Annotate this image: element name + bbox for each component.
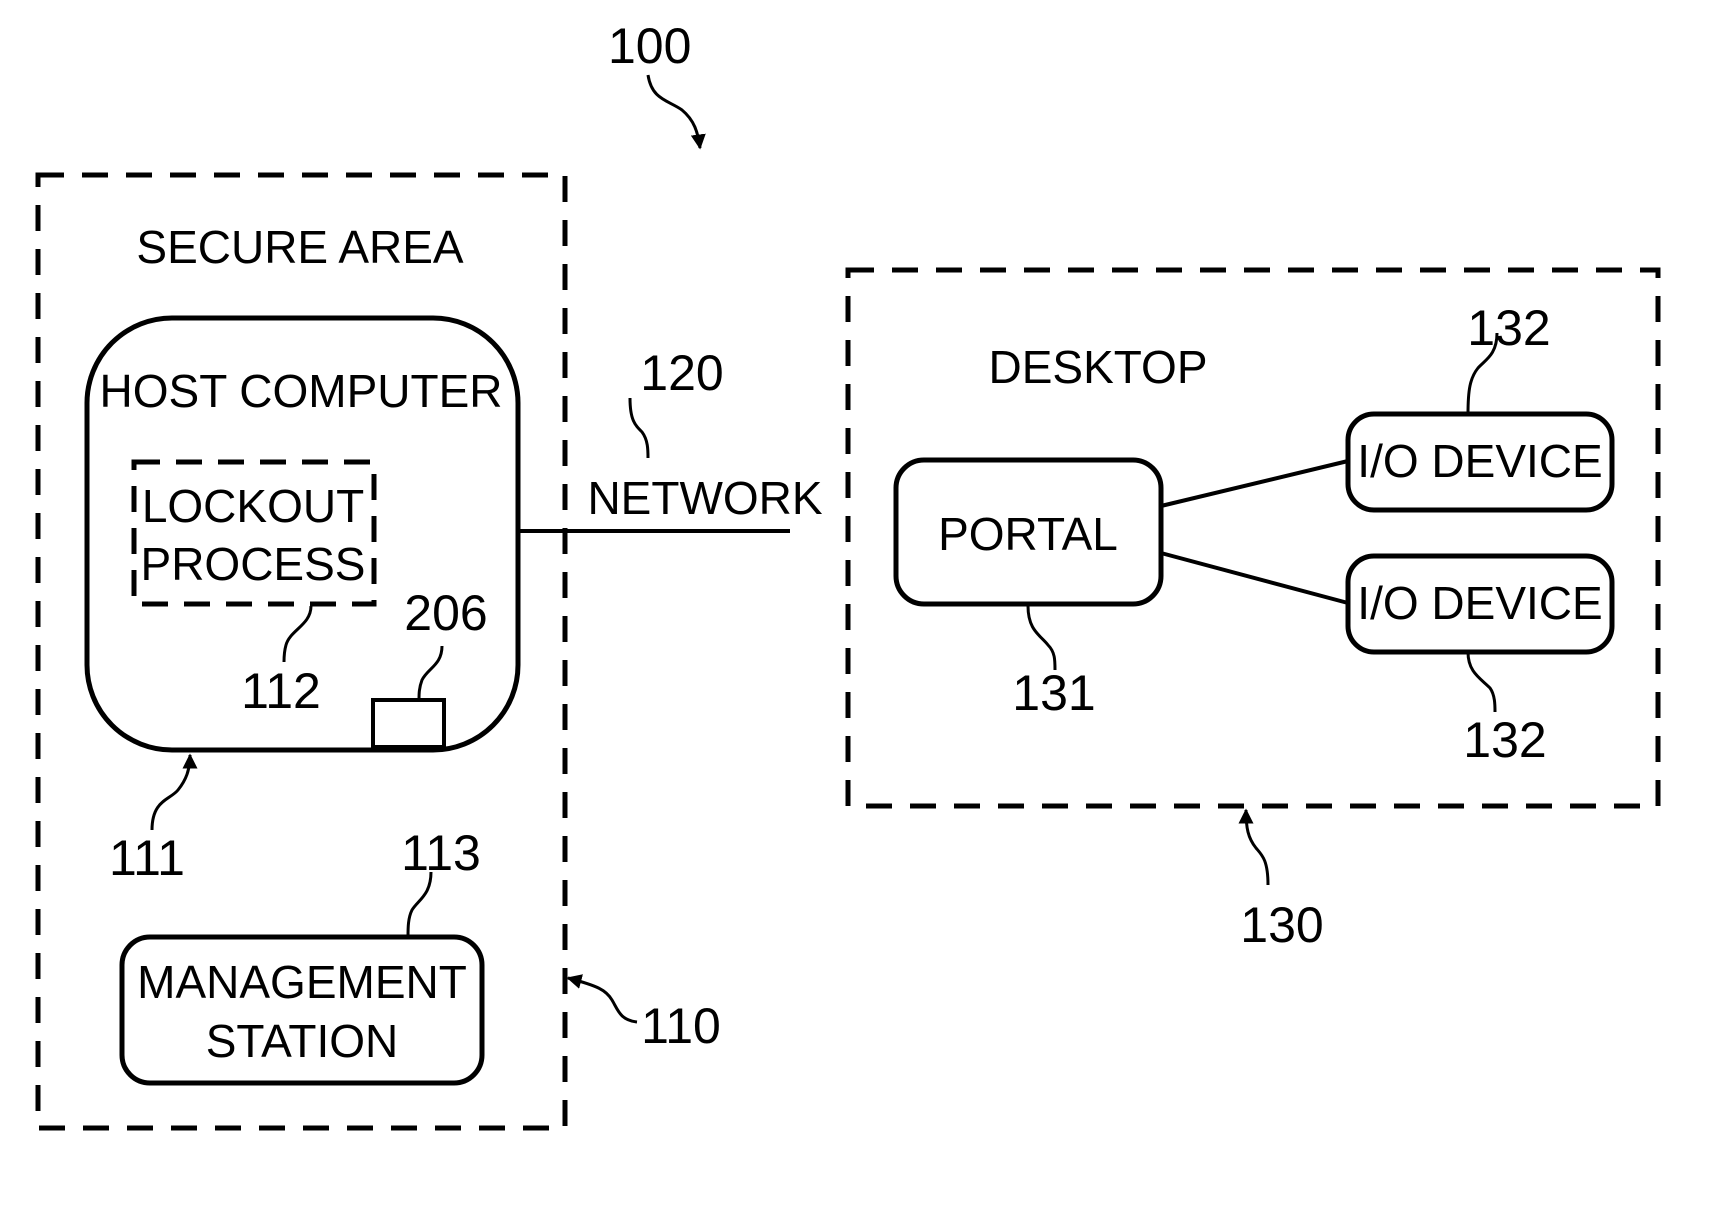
- io-device-label-2: I/O DEVICE: [1357, 577, 1602, 629]
- network-label: NETWORK: [587, 472, 822, 524]
- host-computer-title: HOST COMPUTER: [100, 365, 503, 417]
- desktop-ref: 130: [1240, 897, 1323, 953]
- io-device-label-1: I/O DEVICE: [1357, 435, 1602, 487]
- host-computer-ref: 111: [109, 830, 185, 886]
- management-station-line2: STATION: [206, 1015, 399, 1067]
- portal-label: PORTAL: [938, 508, 1118, 560]
- component-206-ref: 206: [404, 585, 487, 641]
- lockout-process-line2: PROCESS: [141, 538, 366, 590]
- system-diagram: 100 SECURE AREA HOST COMPUTER LOCKOUT PR…: [35, 18, 1661, 1131]
- network-ref-leader: [628, 397, 650, 459]
- portal-io-link-1: [1160, 459, 1349, 508]
- secure-area-title: SECURE AREA: [136, 221, 464, 273]
- lockout-process-ref: 112: [241, 663, 321, 719]
- io-device-ref-2: 132: [1463, 712, 1546, 768]
- management-ref-leader: [406, 871, 433, 938]
- io-device-ref-1: 132: [1467, 300, 1550, 356]
- lockout-process-line1: LOCKOUT: [142, 480, 364, 532]
- portal-ref: 131: [1012, 665, 1095, 721]
- portal-ref-leader: [1026, 605, 1057, 671]
- figure-ref-arrow: [646, 74, 706, 150]
- host-ref-arrow: [150, 753, 198, 831]
- desktop-ref-arrow: [1238, 808, 1270, 886]
- component-206-box[interactable]: [371, 698, 446, 749]
- portal-io-link-2: [1160, 551, 1349, 605]
- desktop-title: DESKTOP: [989, 341, 1208, 393]
- secure-area-ref-arrow: [566, 974, 638, 1024]
- io-device-ref-leader-2: [1466, 651, 1497, 713]
- network-ref: 120: [640, 345, 723, 401]
- figure-ref: 100: [608, 18, 691, 74]
- secure-area-ref: 110: [641, 998, 721, 1054]
- management-station-line1: MANAGEMENT: [137, 956, 467, 1008]
- management-station-ref: 113: [401, 825, 481, 881]
